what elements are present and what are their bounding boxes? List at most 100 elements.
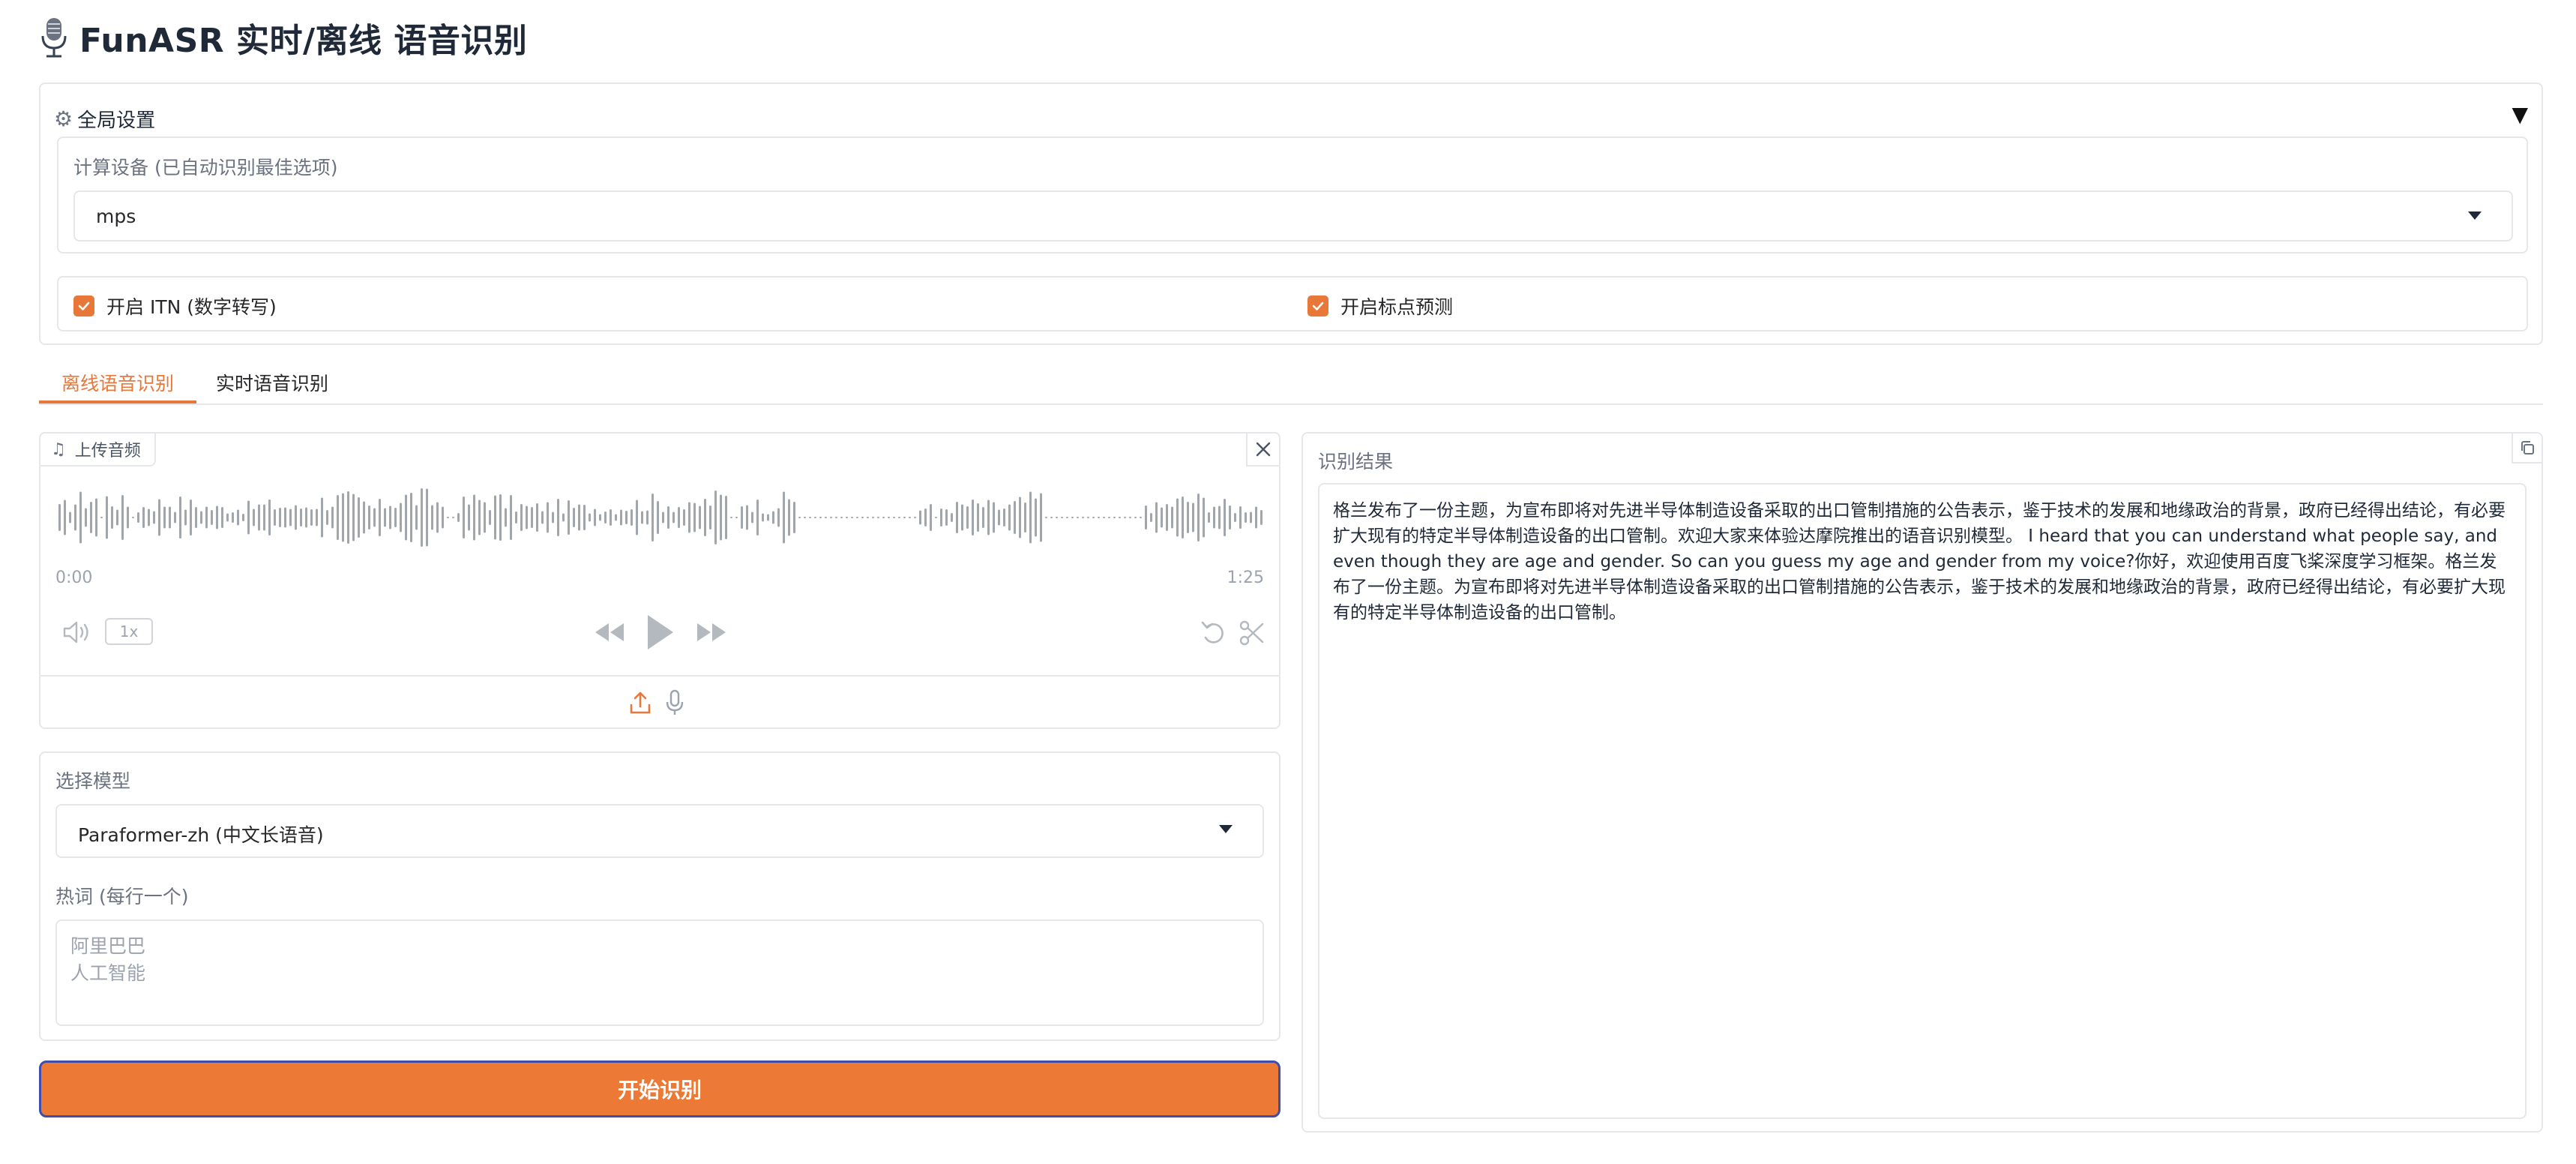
collapse-icon[interactable]: ▼	[2512, 102, 2528, 127]
waveform-bar	[64, 500, 66, 536]
volume-icon[interactable]	[61, 620, 93, 645]
waveform-bar	[90, 502, 92, 533]
waveform-bar	[547, 502, 549, 533]
waveform-bar	[804, 517, 806, 518]
waveform-bar	[179, 496, 181, 538]
waveform-bar	[1260, 510, 1263, 525]
waveform-bar	[961, 504, 963, 531]
scissors-icon[interactable]	[1239, 620, 1266, 646]
waveform-bar	[972, 500, 974, 536]
waveform-bar	[148, 508, 150, 526]
global-settings-header[interactable]: ⚙ 全局设置 ▼	[54, 98, 2528, 140]
waveform-bar	[867, 517, 869, 518]
itn-checkbox[interactable]: 开启 ITN (数字转写)	[73, 292, 277, 320]
waveform-bar	[662, 512, 664, 524]
waveform-bar	[846, 517, 848, 518]
play-icon[interactable]	[643, 612, 676, 652]
waveform-bar	[352, 494, 355, 542]
tab-bar: 离线语音识别 实时语音识别	[39, 360, 2543, 405]
undo-icon[interactable]	[1200, 620, 1228, 646]
current-time: 0:00	[55, 568, 93, 587]
waveform-bar	[347, 491, 349, 544]
active-tab-indicator	[39, 400, 196, 404]
waveform-bar	[1077, 517, 1079, 518]
waveform-bar	[226, 513, 229, 522]
fast-forward-icon[interactable]	[694, 620, 729, 645]
copy-button[interactable]	[2512, 434, 2542, 464]
waveform-bar	[289, 508, 292, 526]
waveform-bar	[693, 502, 696, 532]
waveform-bar	[342, 493, 344, 542]
waveform-bar	[720, 494, 722, 541]
tab-offline-recognition[interactable]: 离线语音识别	[61, 369, 174, 396]
waveform-bar	[751, 512, 753, 524]
clear-audio-button[interactable]	[1246, 434, 1279, 466]
result-textarea[interactable]: 格兰发布了一份主题，为宣布即将对先进半导体制造设备采取的出口管制措施的公告表示，…	[1318, 483, 2527, 1119]
audio-waveform[interactable]	[55, 483, 1264, 552]
waveform-bar	[1255, 506, 1257, 529]
copy-icon	[2521, 441, 2534, 454]
hotword-input[interactable]	[55, 920, 1264, 1026]
waveform-bar	[1192, 502, 1194, 532]
waveform-bar	[478, 500, 481, 536]
waveform-bar	[924, 508, 927, 526]
waveform-bar	[463, 496, 465, 538]
waveform-bar	[190, 500, 192, 536]
waveform-bar	[1082, 517, 1084, 518]
waveform-bar	[268, 500, 271, 536]
waveform-bar	[221, 507, 223, 528]
waveform-bar	[1003, 508, 1005, 526]
waveform-bar	[195, 507, 197, 528]
waveform-bar	[541, 511, 544, 524]
waveform-bar	[447, 517, 449, 518]
device-select[interactable]: mps	[73, 190, 2513, 242]
waveform-bar	[1056, 517, 1058, 518]
waveform-bar	[762, 513, 764, 522]
waveform-bar	[1208, 512, 1210, 523]
waveform-bar	[274, 509, 276, 526]
model-select[interactable]: Paraformer-zh (中文长语音)	[55, 804, 1264, 858]
waveform-bar	[169, 506, 171, 529]
waveform-bar	[861, 517, 864, 518]
tab-realtime-recognition[interactable]: 实时语音识别	[216, 369, 328, 396]
waveform-bar	[599, 514, 601, 521]
waveform-bar	[1203, 497, 1205, 538]
waveform-bar	[1213, 506, 1215, 529]
waveform-bar	[872, 517, 874, 518]
upload-icon[interactable]	[628, 690, 652, 717]
waveform-bar	[767, 514, 769, 521]
waveform-bar	[1035, 498, 1037, 537]
waveform-bar	[121, 495, 124, 540]
waveform-bar	[756, 500, 759, 536]
waveform-bar	[688, 502, 690, 533]
start-recognition-button[interactable]: 开始识别	[39, 1060, 1281, 1118]
record-microphone-icon[interactable]	[664, 688, 685, 717]
waveform-bar	[321, 497, 323, 538]
playback-speed-button[interactable]: 1x	[105, 618, 153, 645]
device-value: mps	[96, 206, 136, 227]
waveform-bar	[835, 517, 837, 518]
waveform-bar	[184, 509, 187, 526]
waveform-bar	[216, 506, 218, 530]
waveform-bar	[515, 512, 517, 524]
waveform-bar	[1087, 517, 1089, 518]
waveform-bar	[295, 505, 297, 530]
waveform-bar	[1129, 517, 1131, 518]
waveform-bar	[672, 512, 675, 524]
waveform-bar	[714, 490, 717, 544]
waveform-bar	[237, 509, 239, 526]
waveform-bar	[137, 512, 139, 523]
waveform-bar	[1103, 517, 1105, 518]
waveform-bar	[358, 497, 360, 538]
waveform-bar	[1071, 517, 1074, 518]
waveform-bar	[305, 507, 307, 528]
waveform-bar	[888, 517, 890, 518]
music-note-icon: ♫	[51, 440, 66, 459]
waveform-bar	[615, 514, 617, 521]
waveform-bar	[232, 512, 234, 523]
waveform-bar	[919, 510, 921, 525]
punctuation-checkbox[interactable]: 开启标点预测	[1307, 292, 1453, 320]
waveform-bar	[951, 513, 953, 522]
rewind-icon[interactable]	[592, 620, 627, 645]
waveform-bar	[310, 509, 313, 526]
